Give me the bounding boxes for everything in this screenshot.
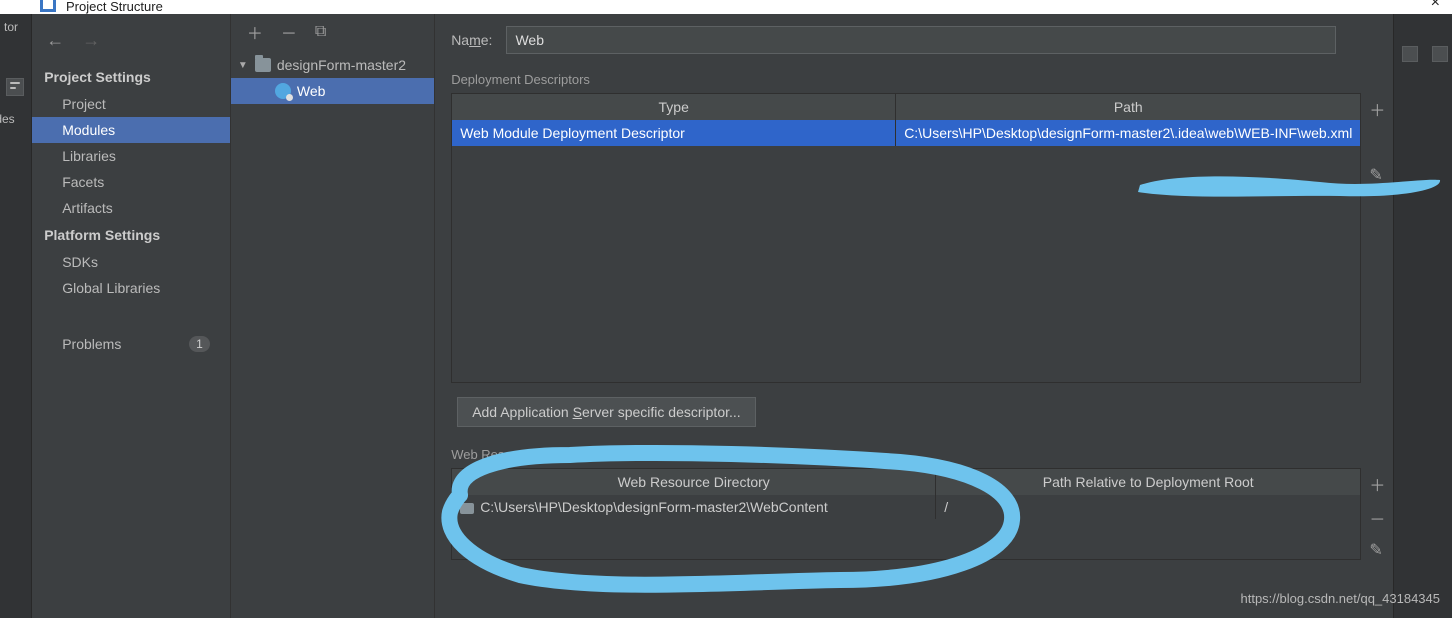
section-heading-platform: Platform Settings [32, 221, 230, 249]
sidebar-item-problems[interactable]: Problems 1 [32, 331, 230, 357]
name-row: Name: [435, 26, 1393, 68]
cell-type: Web Module Deployment Descriptor [452, 120, 896, 146]
table-empty-area [452, 519, 1360, 559]
add-server-descriptor-button[interactable]: Add Application Server specific descript… [457, 397, 755, 427]
remove-icon[interactable]: － [1369, 506, 1393, 530]
add-icon[interactable]: ＋ [1369, 97, 1393, 121]
name-label: Name: [451, 32, 492, 48]
cell-directory: C:\Users\HP\Desktop\designForm-master2\W… [452, 495, 936, 519]
sidebar-item-project[interactable]: Project [32, 91, 230, 117]
main-area: tor \des ← → Project Settings Project Mo… [0, 14, 1452, 618]
add-icon[interactable]: ＋ [247, 20, 263, 44]
remnant-text-2: \des [0, 112, 15, 126]
sidebar-item-label: Modules [62, 122, 115, 138]
col-header-relative: Path Relative to Deployment Root [936, 469, 1360, 495]
sidebar-item-label: Facets [62, 174, 104, 190]
name-input[interactable] [506, 26, 1336, 54]
web-facet-icon [275, 83, 291, 99]
copy-icon[interactable]: ⧉ [315, 23, 326, 41]
titlebar: Project Structure × [0, 0, 1452, 14]
nav-arrows: ← → [32, 24, 230, 63]
tree-row-label: designForm-master2 [277, 57, 406, 73]
settings-sidebar: ← → Project Settings Project Modules Lib… [32, 14, 231, 618]
sidebar-item-facets[interactable]: Facets [32, 169, 230, 195]
window-title: Project Structure [66, 0, 163, 14]
watermark: https://blog.csdn.net/qq_43184345 [1241, 591, 1441, 606]
web-resource-table: Web Resource Directory Path Relative to … [451, 468, 1361, 560]
sidebar-item-modules[interactable]: Modules [32, 117, 230, 143]
edit-icon[interactable]: ✎ [1369, 165, 1393, 185]
tree-toolbar: ＋ － ⧉ [231, 14, 434, 50]
table-empty-area [452, 146, 1360, 382]
sidebar-item-label: Project [62, 96, 106, 112]
table-header: Web Resource Directory Path Relative to … [452, 469, 1360, 495]
cell-path: C:\Users\HP\Desktop\designForm-master2\.… [896, 120, 1360, 146]
caret-down-icon[interactable]: ▼ [237, 60, 249, 71]
toolbar-icon [1402, 46, 1418, 62]
webres-side-buttons: ＋ － ✎ [1361, 468, 1393, 560]
sidebar-item-libraries[interactable]: Libraries [32, 143, 230, 169]
facet-content: Name: Deployment Descriptors Type Path W… [435, 14, 1393, 618]
remove-icon[interactable]: － [281, 20, 297, 44]
table-row[interactable]: C:\Users\HP\Desktop\designForm-master2\W… [452, 495, 1360, 519]
sidebar-item-label: Problems [62, 336, 121, 352]
col-header-directory: Web Resource Directory [452, 469, 936, 495]
close-icon[interactable]: × [1431, 0, 1440, 12]
sidebar-item-sdks[interactable]: SDKs [32, 249, 230, 275]
deployment-descriptors-table: Type Path Web Module Deployment Descript… [451, 93, 1361, 383]
app-icon [40, 0, 56, 12]
project-structure-window: Project Structure × tor \des ← → Project… [0, 0, 1452, 618]
section-heading-project: Project Settings [32, 63, 230, 91]
add-icon[interactable]: ＋ [1369, 472, 1393, 496]
tree-row-web-facet[interactable]: Web [231, 78, 434, 104]
deployment-descriptors-label: Deployment Descriptors [435, 68, 1393, 93]
toolbar-icon [1432, 46, 1448, 62]
descriptor-side-buttons: ＋ ✎ [1361, 93, 1393, 383]
cell-relative: / [936, 495, 1360, 519]
editor-left-remnant: tor \des [0, 14, 32, 618]
sidebar-item-label: Libraries [62, 148, 116, 164]
forward-icon: → [82, 30, 100, 51]
folder-icon [460, 503, 474, 514]
web-resource-directories-label: Web Resource Directories [435, 437, 1393, 468]
editor-right-remnant [1393, 14, 1452, 618]
sidebar-item-label: SDKs [62, 254, 98, 270]
col-header-path: Path [896, 94, 1360, 120]
folder-icon [255, 58, 271, 72]
tree-row-module[interactable]: ▼ designForm-master2 [231, 52, 434, 78]
web-resource-table-wrap: Web Resource Directory Path Relative to … [451, 468, 1393, 560]
remnant-text: tor [4, 20, 18, 34]
edit-icon[interactable]: ✎ [1369, 540, 1393, 560]
deployment-descriptors-table-wrap: Type Path Web Module Deployment Descript… [451, 93, 1393, 383]
tree-row-label: Web [297, 83, 326, 99]
col-header-type: Type [452, 94, 896, 120]
problems-badge: 1 [189, 336, 210, 352]
module-tree-panel: ＋ － ⧉ ▼ designForm-master2 Web [231, 14, 435, 618]
back-icon[interactable]: ← [46, 30, 64, 51]
filter-icon [6, 78, 24, 96]
table-header: Type Path [452, 94, 1360, 120]
table-row[interactable]: Web Module Deployment Descriptor C:\User… [452, 120, 1360, 146]
sidebar-item-artifacts[interactable]: Artifacts [32, 195, 230, 221]
sidebar-item-global-libraries[interactable]: Global Libraries [32, 275, 230, 301]
module-tree: ▼ designForm-master2 Web [231, 50, 434, 104]
sidebar-item-label: Artifacts [62, 200, 113, 216]
sidebar-item-label: Global Libraries [62, 280, 160, 296]
